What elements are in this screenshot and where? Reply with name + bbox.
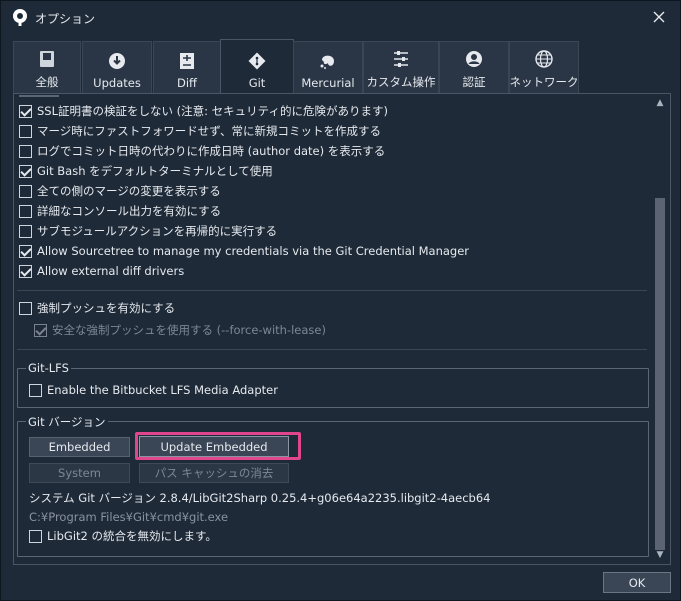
checkbox[interactable]	[29, 383, 42, 397]
git-path-text: C:¥Program Files¥Git¥cmd¥git.exe	[29, 510, 229, 524]
checkbox[interactable]	[19, 144, 32, 158]
option-force-push[interactable]: 強制プッシュを有効にする	[19, 299, 175, 317]
checkbox[interactable]	[19, 164, 32, 178]
option-ssl-verify[interactable]: SSL証明書の検証をしない (注意: セキュリティ的に危険があります)	[19, 102, 388, 120]
option-no-fast-forward[interactable]: マージ時にファストフォワードせず、常に新規コミットを作成する	[19, 122, 381, 140]
scroll-down-icon[interactable]: ▼	[652, 548, 668, 562]
option-recursive-submodules[interactable]: サブモジュールアクションを再帰的に実行する	[19, 222, 277, 240]
divider	[17, 349, 647, 350]
mercurial-icon	[318, 51, 338, 71]
checkbox[interactable]	[19, 244, 32, 258]
embedded-button[interactable]: Embedded	[29, 437, 130, 457]
option-git-bash-terminal[interactable]: Git Bash をデフォルトターミナルとして使用	[19, 162, 273, 180]
tab-updates[interactable]: Updates	[82, 41, 152, 93]
globe-icon	[534, 49, 554, 69]
option-verbose-console[interactable]: 詳細なコンソール出力を有効にする	[19, 202, 221, 220]
option-author-date[interactable]: ログでコミット日時の代わりに作成日時 (author date) を表示する	[19, 142, 385, 160]
scrollbar-thumb[interactable]	[655, 198, 665, 550]
option-external-diff-drivers[interactable]: Allow external diff drivers	[19, 262, 184, 280]
highlight-box	[135, 432, 301, 460]
clear-path-cache-button: パス キャッシュの消去	[139, 463, 289, 483]
git-version-text: システム Git バージョン 2.8.4/LibGit2Sharp 0.25.4…	[29, 491, 491, 505]
tab-authentication[interactable]: 認証	[439, 41, 509, 93]
close-icon	[653, 11, 665, 23]
tab-general[interactable]: 全般	[13, 41, 81, 93]
tab-custom-actions[interactable]: カスタム操作	[363, 41, 439, 93]
system-button: System	[29, 463, 130, 483]
user-icon	[464, 49, 484, 69]
custom-actions-icon	[391, 49, 411, 69]
option-show-all-merge-sides[interactable]: 全ての側のマージの変更を表示する	[19, 182, 221, 200]
options-window: オプション 全般 Updates Diff Git Mercurial カスタム…	[0, 0, 681, 601]
vertical-scrollbar[interactable]: ▲ ▼	[652, 94, 668, 564]
tab-mercurial[interactable]: Mercurial	[293, 41, 363, 93]
git-lfs-group-title: Git-LFS	[26, 361, 71, 375]
checkbox[interactable]	[19, 264, 32, 278]
window-title: オプション	[35, 12, 96, 26]
cutoff-row	[19, 95, 59, 97]
diff-icon	[177, 51, 197, 71]
git-version-group-title: Git バージョン	[26, 414, 108, 430]
checkbox[interactable]	[19, 104, 32, 118]
checkbox[interactable]	[19, 204, 32, 218]
tab-network[interactable]: ネットワーク	[509, 41, 579, 93]
checkbox[interactable]	[29, 529, 42, 543]
divider	[17, 290, 647, 291]
checkbox[interactable]	[19, 124, 32, 138]
scroll-up-icon[interactable]: ▲	[652, 96, 668, 110]
sourcetree-logo-icon	[13, 9, 27, 26]
toggle-switch-icon	[37, 49, 57, 69]
option-lfs-media-adapter[interactable]: Enable the Bitbucket LFS Media Adapter	[29, 381, 278, 399]
tab-git[interactable]: Git	[220, 39, 294, 93]
close-button[interactable]	[647, 5, 671, 29]
option-safe-force-push: 安全な強制プッシュを使用する (--force-with-lease)	[34, 321, 326, 339]
checkbox[interactable]	[19, 224, 32, 238]
download-icon	[107, 51, 127, 71]
checkbox[interactable]	[19, 301, 32, 315]
git-icon	[247, 51, 267, 71]
title-bar: オプション	[1, 1, 680, 33]
checkbox[interactable]	[19, 184, 32, 198]
tab-diff[interactable]: Diff	[153, 41, 221, 93]
option-credential-manager[interactable]: Allow Sourcetree to manage my credential…	[19, 242, 469, 260]
ok-button[interactable]: OK	[603, 572, 671, 593]
checkbox	[34, 323, 47, 337]
option-disable-libgit2[interactable]: LibGit2 の統合を無効にします。	[29, 527, 217, 545]
